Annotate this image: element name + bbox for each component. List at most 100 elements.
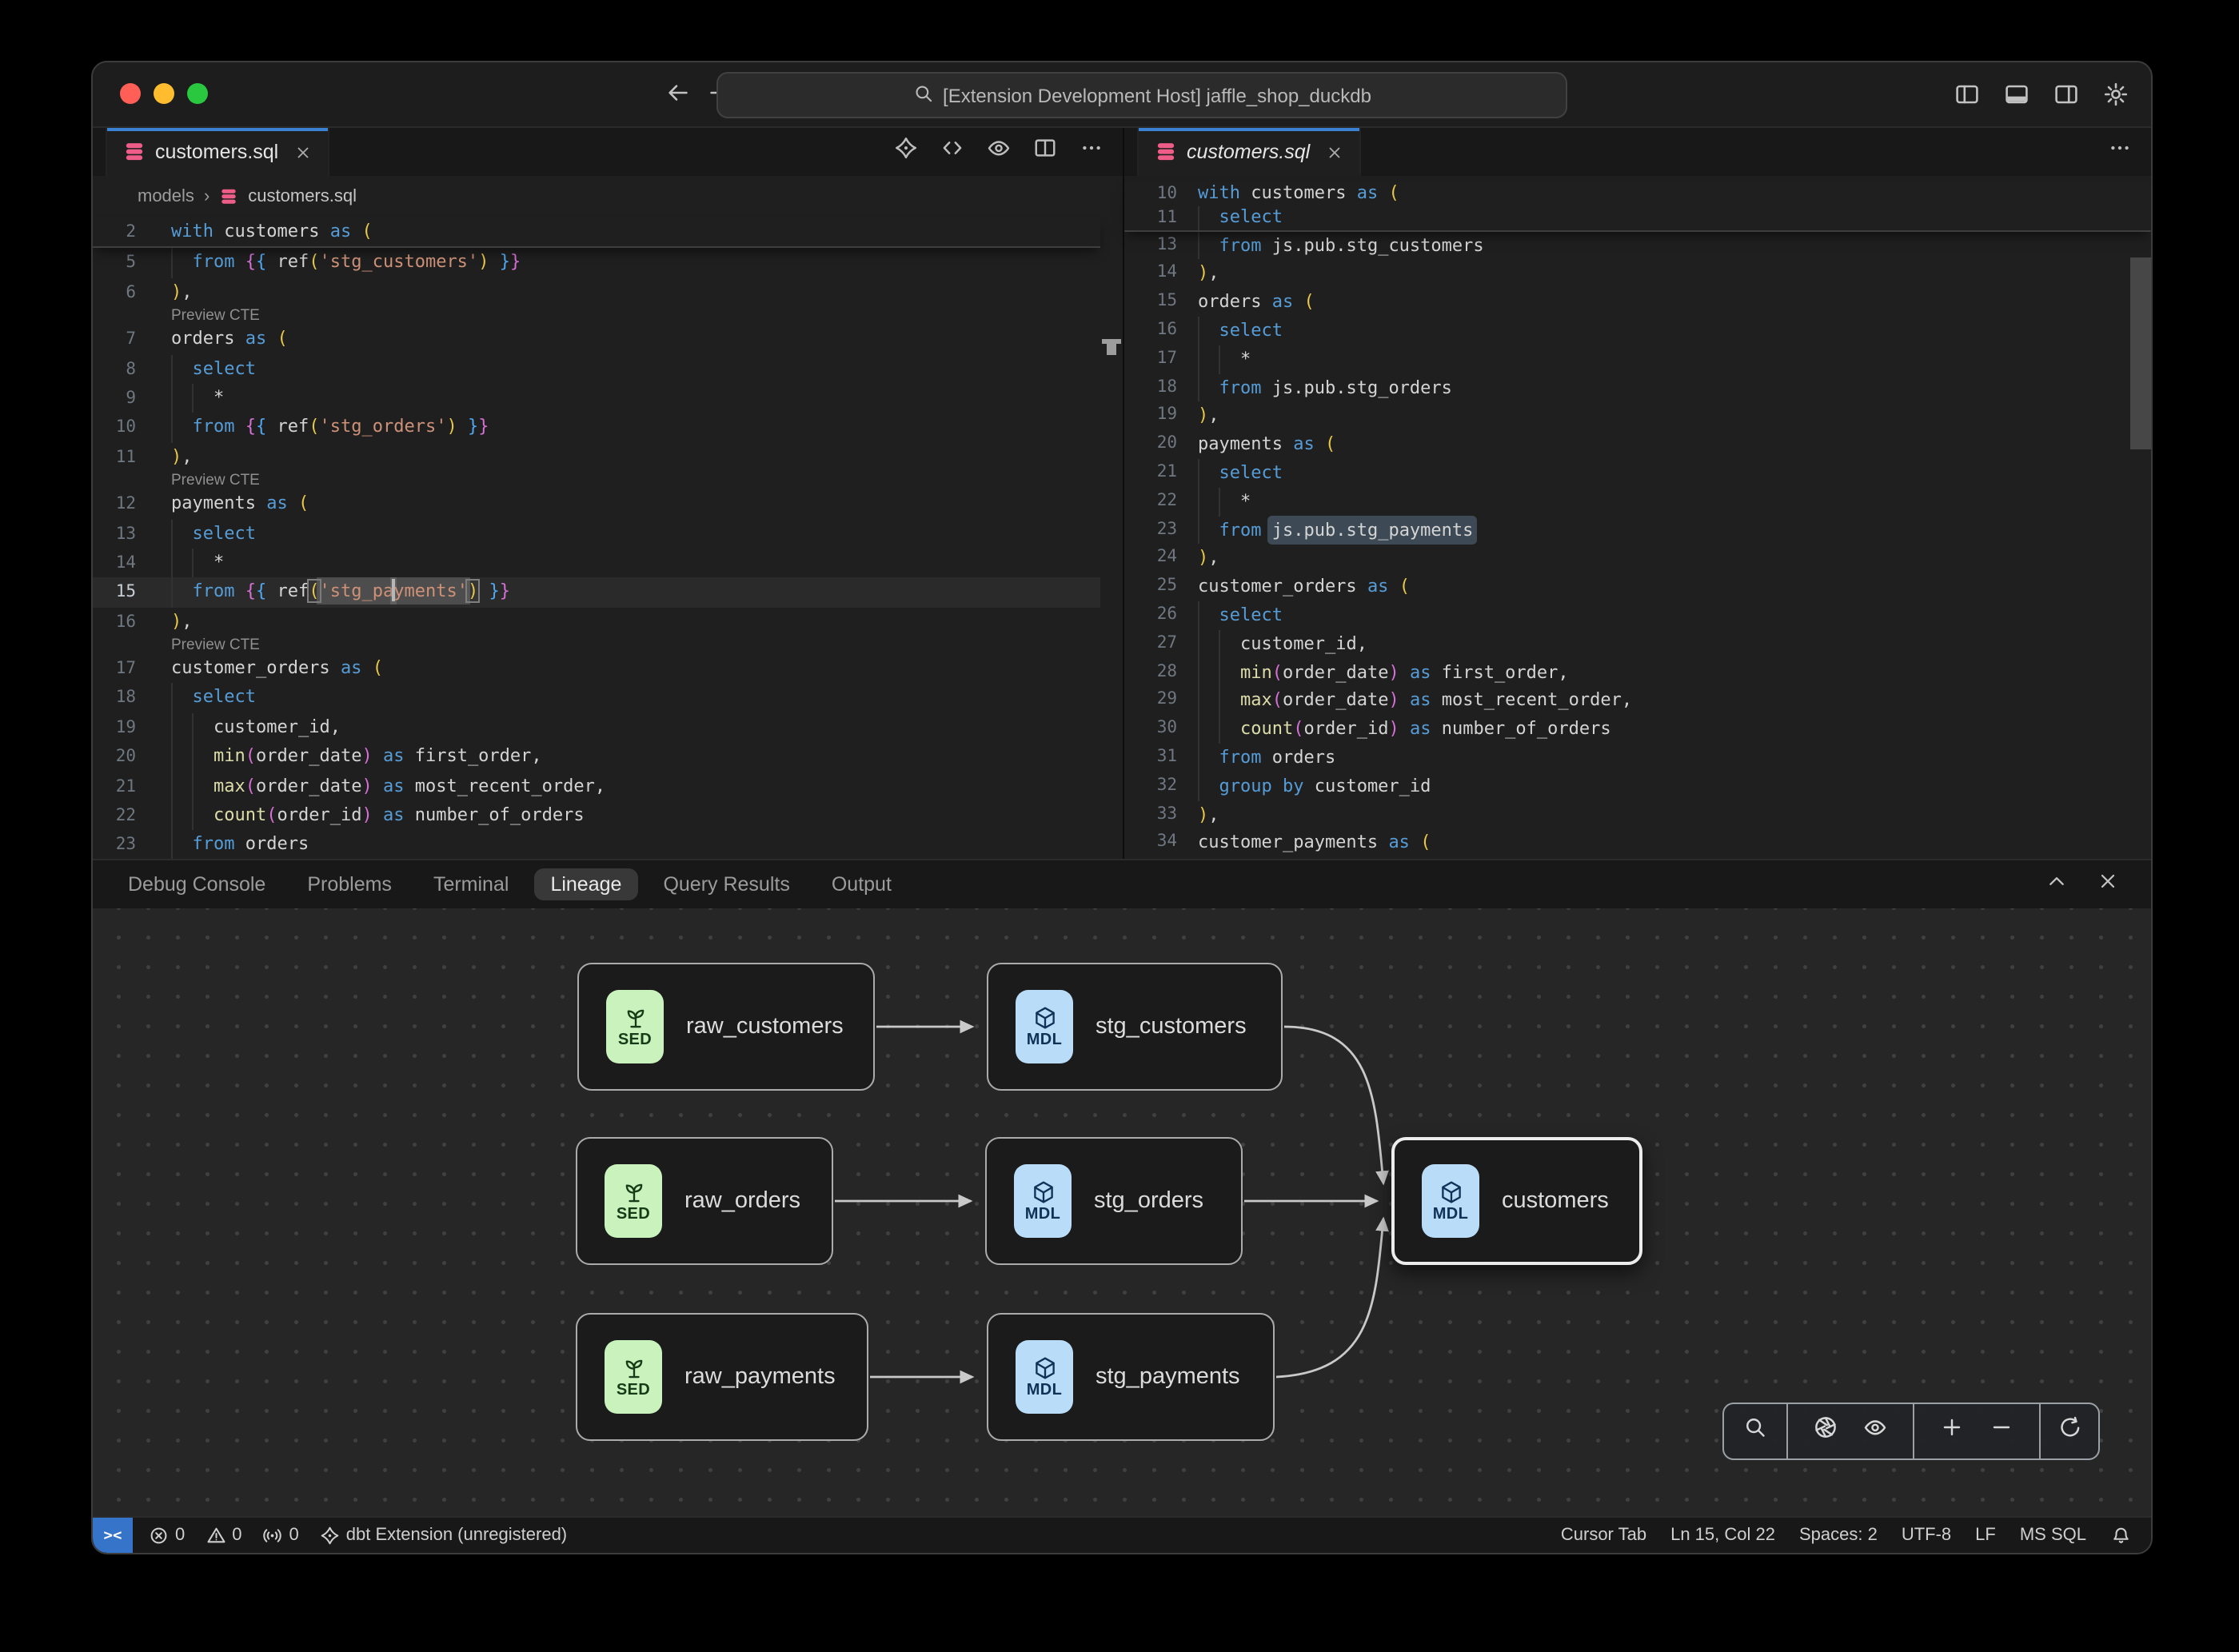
code-line-22[interactable]: 22 * xyxy=(1124,488,2151,517)
eye-button[interactable] xyxy=(987,136,1011,168)
traffic-light-minimize[interactable] xyxy=(154,83,174,104)
code-line-28[interactable]: 28 min(order_date) as first_order, xyxy=(1124,658,2151,687)
code-line-15[interactable]: 15 from {{ ref('stg_payments') }} xyxy=(93,578,1100,608)
lineage-node-raw_payments[interactable]: SEDraw_payments xyxy=(576,1313,868,1441)
codelens-preview-cte[interactable]: Preview CTE xyxy=(93,636,1100,654)
tab-close-button[interactable] xyxy=(294,143,312,161)
dbt-button[interactable] xyxy=(894,136,918,168)
scrollbar-thumb[interactable] xyxy=(2130,257,2151,449)
status-item-utf-8[interactable]: UTF-8 xyxy=(1902,1526,1951,1545)
code-line-21[interactable]: 21 select xyxy=(1124,459,2151,488)
code-line-16[interactable]: 16 select xyxy=(1124,317,2151,345)
code-line-33[interactable]: 33), xyxy=(1124,800,2151,829)
code-line-8[interactable]: 8 select xyxy=(93,354,1100,384)
lineage-node-stg_orders[interactable]: MDLstg_orders xyxy=(985,1137,1243,1265)
traffic-light-zoom[interactable] xyxy=(187,83,208,104)
status-item-ms-sql[interactable]: MS SQL xyxy=(2020,1526,2086,1545)
panel-tab-query-results[interactable]: Query Results xyxy=(647,868,805,900)
panel-tab-output[interactable]: Output xyxy=(816,868,908,900)
tab-customers.sql[interactable]: customers.sql xyxy=(1137,128,1361,176)
tab-customers.sql[interactable]: customers.sql xyxy=(106,128,329,176)
code-line-13[interactable]: 13 from js.pub.stg_customers xyxy=(1124,231,2151,260)
status-item-ln-15-col-22[interactable]: Ln 15, Col 22 xyxy=(1670,1526,1775,1545)
remote-indicator[interactable]: >< xyxy=(93,1518,133,1553)
lineage-node-customers[interactable]: MDLcustomers xyxy=(1391,1137,1642,1265)
code-line-26[interactable]: 26 select xyxy=(1124,601,2151,630)
panel-tab-terminal[interactable]: Terminal xyxy=(417,868,525,900)
code-line-24[interactable]: 24), xyxy=(1124,545,2151,573)
codelens-preview-cte[interactable]: Preview CTE xyxy=(93,472,1100,489)
code-line-10[interactable]: 10with customers as ( xyxy=(1124,182,2151,206)
code-line-21[interactable]: 21 max(order_date) as most_recent_order, xyxy=(93,772,1100,801)
code-line-25[interactable]: 25customer_orders as ( xyxy=(1124,573,2151,601)
code-line-5[interactable]: 5 from {{ ref('stg_customers') }} xyxy=(93,249,1100,278)
code-line-13[interactable]: 13 select xyxy=(93,519,1100,549)
layout-sidebar-left-button[interactable] xyxy=(1954,82,1980,115)
code-editor-left[interactable]: 2with customers as (5 from {{ ref('stg_c… xyxy=(93,217,1100,860)
code-line-6[interactable]: 6), xyxy=(93,278,1100,308)
code-line-18[interactable]: 18 select xyxy=(93,684,1100,713)
panel-tab-debug-console[interactable]: Debug Console xyxy=(112,868,281,900)
more-button[interactable] xyxy=(1080,136,1104,168)
traffic-light-close[interactable] xyxy=(120,83,141,104)
code-line-22[interactable]: 22 count(order_id) as number_of_orders xyxy=(93,801,1100,831)
zoom-in-button[interactable] xyxy=(1940,1415,1964,1447)
code-editor-right[interactable]: 10with customers as (11 select13 from js… xyxy=(1124,182,2151,857)
code-line-9[interactable]: 9 * xyxy=(93,384,1100,413)
code-line-30[interactable]: 30 count(order_id) as number_of_orders xyxy=(1124,715,2151,744)
lineage-node-raw_orders[interactable]: SEDraw_orders xyxy=(576,1137,833,1265)
code-line-12[interactable]: 12payments as ( xyxy=(93,489,1100,519)
arrow-left-button[interactable] xyxy=(665,80,691,114)
code-line-31[interactable]: 31 from orders xyxy=(1124,744,2151,772)
code-line-14[interactable]: 14 * xyxy=(93,549,1100,578)
code-line-19[interactable]: 19 customer_id, xyxy=(93,713,1100,743)
code-line-10[interactable]: 10 from {{ ref('stg_orders') }} xyxy=(93,413,1100,443)
code-line-15[interactable]: 15orders as ( xyxy=(1124,288,2151,317)
lineage-node-stg_payments[interactable]: MDLstg_payments xyxy=(987,1313,1275,1441)
code-line-27[interactable]: 27 customer_id, xyxy=(1124,630,2151,659)
aperture-button[interactable] xyxy=(1814,1415,1838,1447)
code-line-7[interactable]: 7orders as ( xyxy=(93,325,1100,354)
code-line-2[interactable]: 2with customers as ( xyxy=(93,217,1100,247)
split-editor-button[interactable] xyxy=(1033,136,1057,168)
code-line-23[interactable]: 23 from js.pub.stg_payments xyxy=(1124,516,2151,545)
lineage-node-raw_customers[interactable]: SEDraw_customers xyxy=(577,963,875,1091)
layout-panel-button[interactable] xyxy=(2004,82,2029,115)
code-line-17[interactable]: 17customer_orders as ( xyxy=(93,654,1100,684)
code-line-18[interactable]: 18 from js.pub.stg_orders xyxy=(1124,373,2151,402)
code-button[interactable] xyxy=(940,136,964,168)
search-bar[interactable]: [Extension Development Host] jaffle_shop… xyxy=(716,72,1567,118)
code-line-11[interactable]: 11 select xyxy=(1124,206,2151,230)
close-button[interactable] xyxy=(2097,869,2119,900)
more-button[interactable] xyxy=(2108,136,2132,168)
breadcrumb-file[interactable]: customers.sql xyxy=(248,187,357,206)
code-line-29[interactable]: 29 max(order_date) as most_recent_order, xyxy=(1124,687,2151,716)
code-line-14[interactable]: 14), xyxy=(1124,260,2151,289)
code-line-34[interactable]: 34customer_payments as ( xyxy=(1124,829,2151,858)
lineage-canvas[interactable]: SEDraw_customers MDLstg_customers SEDraw_o… xyxy=(93,908,2151,1519)
status-item-dbt[interactable]: dbt Extension (unregistered) xyxy=(320,1526,567,1546)
code-line-17[interactable]: 17 * xyxy=(1124,345,2151,374)
code-line-19[interactable]: 19), xyxy=(1124,402,2151,431)
zoom-out-button[interactable] xyxy=(1990,1415,2014,1447)
code-line-32[interactable]: 32 group by customer_id xyxy=(1124,772,2151,800)
code-line-20[interactable]: 20payments as ( xyxy=(1124,430,2151,459)
refresh-button[interactable] xyxy=(2057,1415,2081,1447)
status-item-lf[interactable]: LF xyxy=(1975,1526,1996,1545)
code-line-11[interactable]: 11), xyxy=(93,442,1100,472)
lineage-node-stg_customers[interactable]: MDLstg_customers xyxy=(987,963,1283,1091)
breadcrumb-folder[interactable]: models xyxy=(138,187,194,206)
layout-sidebar-right-button[interactable] xyxy=(2053,82,2079,115)
code-line-16[interactable]: 16), xyxy=(93,607,1100,636)
gear-button[interactable] xyxy=(2103,82,2129,115)
code-line-20[interactable]: 20 min(order_date) as first_order, xyxy=(93,743,1100,772)
status-item-cursor-tab[interactable]: Cursor Tab xyxy=(1561,1526,1646,1545)
status-item-bell[interactable] xyxy=(2110,1526,2130,1546)
status-item-spaces-2[interactable]: Spaces: 2 xyxy=(1799,1526,1878,1545)
panel-tab-lineage[interactable]: Lineage xyxy=(534,868,637,900)
tab-close-button[interactable] xyxy=(1326,143,1343,161)
code-line-23[interactable]: 23 from orders xyxy=(93,831,1100,860)
status-item-error[interactable]: 0 xyxy=(149,1526,185,1546)
eye-button[interactable] xyxy=(1863,1415,1887,1447)
search-button[interactable] xyxy=(1743,1415,1767,1447)
